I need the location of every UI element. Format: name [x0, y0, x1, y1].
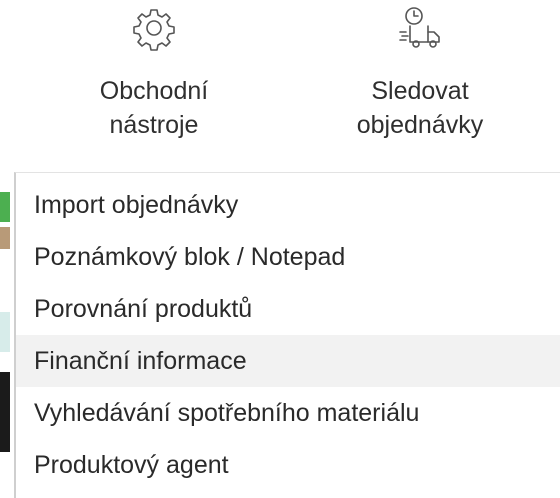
- business-tools-label: Obchodní nástroje: [99, 77, 209, 139]
- menu-item-product-comparison[interactable]: Porovnání produktů: [16, 283, 560, 335]
- page: Obchodní nástroje Sledovat objednávky Im…: [0, 0, 560, 498]
- track-orders-button[interactable]: Sledovat objednávky: [310, 4, 530, 142]
- background-page-edge: [0, 172, 14, 498]
- gear-icon: [133, 9, 175, 51]
- menu-item-notepad[interactable]: Poznámkový blok / Notepad: [16, 231, 560, 283]
- edge-fragment-dark: [0, 372, 10, 452]
- business-tools-button[interactable]: Obchodní nástroje: [44, 4, 264, 142]
- edge-fragment-green: [0, 192, 10, 222]
- menu-item-product-agent[interactable]: Produktový agent: [16, 439, 560, 491]
- delivery-truck-clock-icon: [399, 7, 440, 48]
- menu-item-financial-information[interactable]: Finanční informace: [16, 335, 560, 387]
- track-orders-label: Sledovat objednávky: [356, 77, 484, 139]
- menu-item-import-order[interactable]: Import objednávky: [16, 179, 560, 231]
- edge-fragment-image: [0, 227, 10, 249]
- edge-fragment-teal: [0, 312, 10, 352]
- dropdown-menu: Import objednávky Poznámkový blok / Note…: [14, 172, 560, 498]
- top-actions-bar: Obchodní nástroje Sledovat objednávky: [0, 0, 560, 165]
- menu-item-consumables-search[interactable]: Vyhledávání spotřebního materiálu: [16, 387, 560, 439]
